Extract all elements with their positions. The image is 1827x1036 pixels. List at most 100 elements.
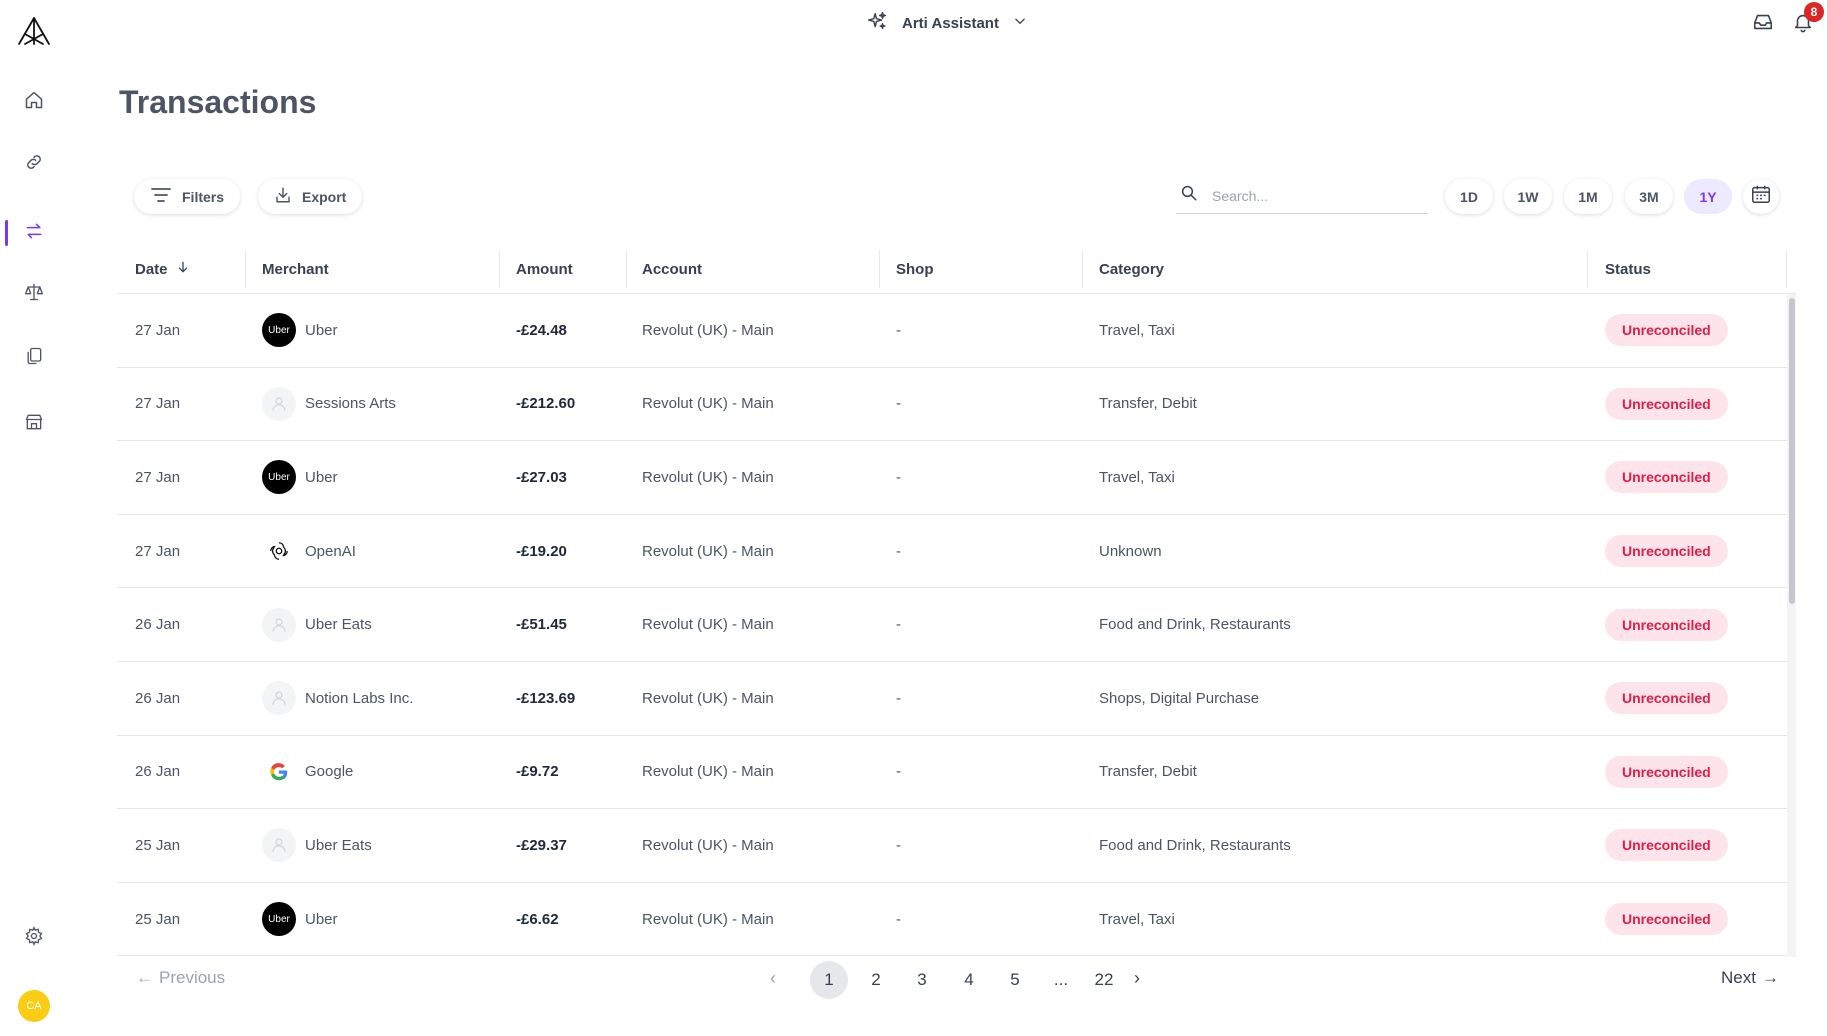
- status-badge[interactable]: Unreconciled: [1605, 682, 1728, 715]
- page-number-1[interactable]: 1: [810, 961, 848, 999]
- table-scrollbar-thumb[interactable]: [1789, 298, 1795, 604]
- column-header-date[interactable]: Date: [135, 244, 190, 294]
- status-badge[interactable]: Unreconciled: [1605, 755, 1728, 788]
- table-row[interactable]: 27 Jan Uber Uber -£24.48 Revolut (UK) - Main…: [117, 294, 1796, 368]
- cell-date: 27 Jan: [135, 542, 181, 560]
- next-page-button[interactable]: Next →: [1721, 968, 1779, 988]
- cell-account: Revolut (UK) - Main: [642, 542, 774, 560]
- page-number-3[interactable]: 3: [903, 961, 941, 999]
- previous-page-button[interactable]: ← Previous: [136, 968, 225, 988]
- cell-shop: -: [896, 616, 901, 634]
- cell-category: Unknown: [1099, 542, 1162, 560]
- merchant-name: Uber Eats: [305, 616, 372, 634]
- status-badge[interactable]: Unreconciled: [1605, 829, 1728, 862]
- sidebar-item-accounting[interactable]: [20, 280, 48, 308]
- cell-amount: -£212.60: [516, 395, 576, 413]
- sidebar: CA: [0, 0, 68, 1036]
- inbox-icon: [1752, 11, 1774, 38]
- page-ellipsis: ...: [1053, 970, 1069, 989]
- export-button[interactable]: Export: [258, 179, 363, 214]
- column-divider: [626, 250, 627, 288]
- cell-amount: -£19.20: [516, 542, 567, 560]
- sidebar-item-transactions[interactable]: [20, 219, 48, 247]
- column-header-category[interactable]: Category: [1099, 244, 1164, 294]
- chevron-right-icon[interactable]: ›: [1134, 968, 1140, 989]
- status-badge[interactable]: Unreconciled: [1605, 387, 1728, 420]
- cell-merchant: Uber Uber: [262, 441, 338, 514]
- store-icon: [24, 412, 44, 437]
- previous-label: Previous: [159, 968, 226, 987]
- table-row[interactable]: 25 Jan Uber Eats -£29.37 Revolut (UK) - Mai…: [117, 809, 1796, 883]
- merchant-name: Sessions Arts: [305, 395, 396, 413]
- table-row[interactable]: 25 Jan Uber Uber -£6.62 Revolut (UK) - Main -…: [117, 883, 1796, 957]
- cell-category: Transfer, Debit: [1099, 763, 1197, 781]
- table-row[interactable]: 27 Jan OpenAI -£19.20 Revolut (UK) - Main - U…: [117, 515, 1796, 589]
- search-input[interactable]: [1212, 187, 1412, 204]
- assistant-dropdown[interactable]: Arti Assistant: [866, 10, 1027, 36]
- column-divider: [499, 250, 500, 288]
- column-divider: [1587, 250, 1588, 288]
- column-header-account[interactable]: Account: [642, 244, 702, 294]
- cell-merchant: Uber Uber: [262, 883, 338, 956]
- uber-logo-icon: Uber: [262, 460, 296, 495]
- transactions-icon: [24, 221, 44, 246]
- status-badge[interactable]: Unreconciled: [1605, 461, 1728, 494]
- assistant-label: Arti Assistant: [902, 14, 999, 32]
- cell-date: 26 Jan: [135, 763, 181, 781]
- range-button-1m[interactable]: 1M: [1564, 179, 1612, 214]
- cell-account: Revolut (UK) - Main: [642, 321, 774, 339]
- date-picker-button[interactable]: [1743, 179, 1779, 214]
- filters-button[interactable]: Filters: [134, 179, 241, 214]
- range-button-1y[interactable]: 1Y: [1684, 179, 1732, 214]
- column-header-status[interactable]: Status: [1605, 244, 1651, 294]
- openai-logo-icon: [262, 534, 296, 569]
- range-button-3m[interactable]: 3M: [1625, 179, 1673, 214]
- sidebar-item-links[interactable]: [20, 150, 48, 178]
- chevron-left-icon[interactable]: ‹: [770, 968, 776, 989]
- table-row[interactable]: 26 Jan Google -£9.72 Revolut (UK) - Main - Tr…: [117, 736, 1796, 810]
- page-title: Transactions: [119, 84, 317, 120]
- table-row[interactable]: 26 Jan Uber Eats -£51.45 Revolut (UK) - Mai…: [117, 588, 1796, 662]
- status-badge[interactable]: Unreconciled: [1605, 608, 1728, 641]
- inbox-button[interactable]: [1751, 12, 1775, 36]
- column-header-shop[interactable]: Shop: [896, 244, 934, 294]
- merchant-name: OpenAI: [305, 542, 356, 560]
- range-button-1w[interactable]: 1W: [1504, 179, 1552, 214]
- status-badge[interactable]: Unreconciled: [1605, 314, 1728, 347]
- page-number-5[interactable]: 5: [996, 961, 1034, 999]
- sidebar-item-documents[interactable]: [20, 344, 48, 372]
- google-logo-icon: [262, 754, 296, 789]
- status-badge[interactable]: Unreconciled: [1605, 535, 1728, 568]
- page-number-4[interactable]: 4: [950, 961, 988, 999]
- cell-amount: -£24.48: [516, 321, 567, 339]
- merchant-placeholder-icon: [262, 607, 296, 642]
- next-label: Next: [1721, 968, 1756, 987]
- status-badge[interactable]: Unreconciled: [1605, 903, 1728, 936]
- page-number-2[interactable]: 2: [857, 961, 895, 999]
- cell-shop: -: [896, 763, 901, 781]
- settings-button[interactable]: [20, 924, 48, 952]
- column-header-amount[interactable]: Amount: [516, 244, 573, 294]
- arrow-left-icon: ←: [136, 968, 153, 987]
- merchant-placeholder-icon: [262, 681, 296, 716]
- column-header-merchant[interactable]: Merchant: [262, 244, 329, 294]
- range-button-1d[interactable]: 1D: [1445, 179, 1493, 214]
- cell-category: Travel, Taxi: [1099, 468, 1175, 486]
- table-row[interactable]: 27 Jan Uber Uber -£27.03 Revolut (UK) - Main…: [117, 441, 1796, 515]
- merchant-name: Google: [305, 763, 354, 781]
- notification-count-badge: 8: [1804, 2, 1824, 22]
- table-row[interactable]: 26 Jan Notion Labs Inc. -£123.69 Revolut (U…: [117, 662, 1796, 736]
- sidebar-item-home[interactable]: [20, 88, 48, 116]
- cell-amount: -£27.03: [516, 468, 567, 486]
- column-label: Date: [135, 260, 168, 278]
- cell-status: Unreconciled: [1605, 441, 1728, 514]
- cell-merchant: Uber Uber: [262, 294, 338, 367]
- documents-icon: [24, 346, 44, 371]
- user-avatar[interactable]: CA: [18, 990, 50, 1022]
- cell-amount: -£9.72: [516, 763, 559, 781]
- table-row[interactable]: 27 Jan Sessions Arts -£212.60 Revolut (UK) …: [117, 368, 1796, 442]
- sidebar-item-stores[interactable]: [20, 410, 48, 438]
- cell-date: 25 Jan: [135, 836, 181, 854]
- page-number-22[interactable]: 22: [1085, 961, 1123, 999]
- app-logo-icon[interactable]: [17, 16, 51, 46]
